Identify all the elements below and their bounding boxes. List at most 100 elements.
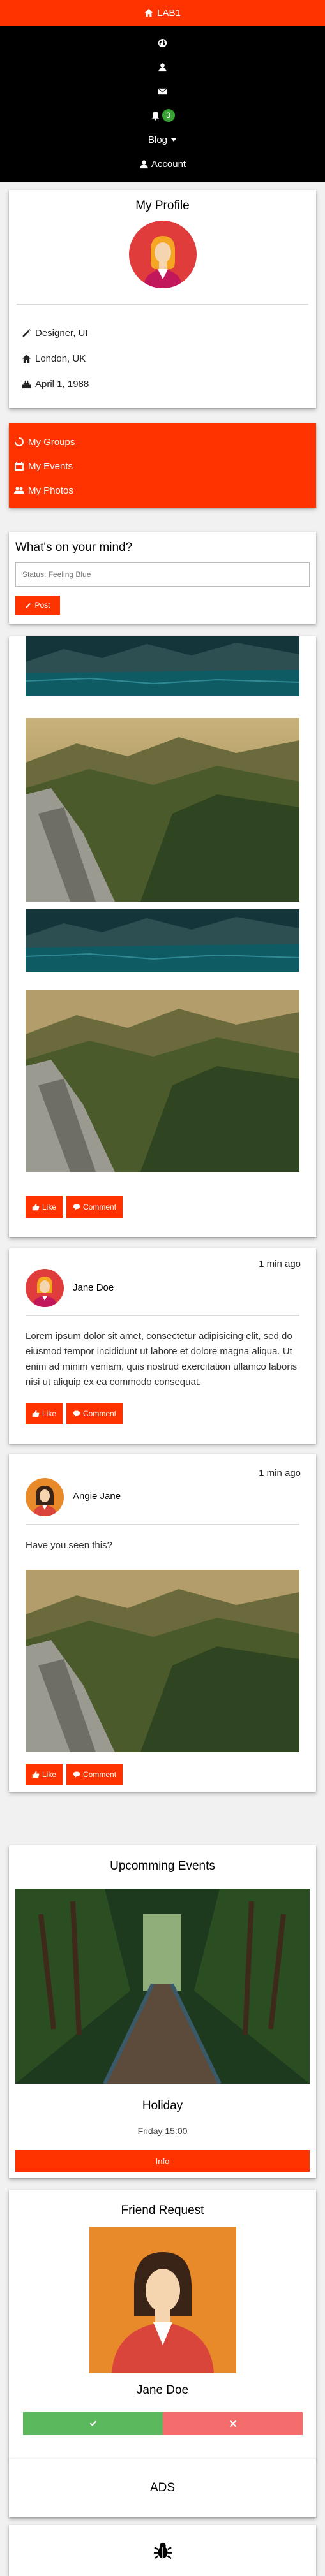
quick-links-card: My Groups My Events My Photos [9, 423, 316, 508]
post-body: Lorem ipsum dolor sit amet, consectetur … [26, 1331, 298, 1387]
feed-actions: Like Comment [26, 1196, 123, 1218]
circle-notch-icon [15, 437, 24, 446]
post-author-name[interactable]: Jane Doe [73, 1282, 114, 1293]
envelope-icon [158, 87, 167, 94]
link-my-groups[interactable]: My Groups [9, 430, 316, 454]
profile-job-row: Designer, UI [9, 320, 316, 346]
event-photo-bridge[interactable] [15, 1889, 310, 2084]
bug-card [9, 2525, 316, 2576]
friend-request-card: Friend Request Jane Doe [9, 2190, 316, 2460]
ads-card: ADS [9, 2459, 316, 2517]
birthday-cake-icon [22, 380, 31, 388]
event-name: Holiday [142, 2099, 183, 2112]
home-icon [22, 354, 31, 363]
like-button[interactable]: Like [26, 1764, 63, 1785]
profile-avatar [128, 221, 197, 288]
post-author-avatar[interactable] [26, 1269, 64, 1307]
comment-label: Comment [83, 1770, 117, 1779]
feed-photo-mountain-2[interactable] [26, 990, 299, 1172]
comment-icon [73, 1410, 80, 1417]
post-divider [26, 1315, 299, 1316]
nav-item-notifications[interactable]: 3 [0, 103, 325, 128]
friend-avatar[interactable] [89, 2227, 236, 2373]
brand-label: LAB1 [157, 7, 181, 18]
post-timestamp: 1 min ago [259, 1468, 301, 1479]
profile-location: London, UK [35, 353, 86, 364]
feed-photo-lake-2[interactable] [26, 909, 299, 972]
post-divider [26, 1524, 299, 1525]
user-icon [158, 62, 167, 71]
thumbs-up-icon [32, 1771, 40, 1778]
check-icon [89, 2420, 96, 2426]
friend-request-title: Friend Request [121, 2204, 204, 2217]
link-my-events[interactable]: My Events [9, 454, 316, 478]
status-input[interactable] [15, 562, 310, 587]
comment-label: Comment [83, 1409, 117, 1418]
comment-button[interactable]: Comment [66, 1196, 123, 1218]
link-my-photos[interactable]: My Photos [9, 478, 316, 502]
profile-card: My Profile Designer, UI London, UK April… [9, 190, 316, 408]
post-button[interactable]: Post [15, 596, 60, 615]
home-icon [145, 8, 153, 17]
event-info-button[interactable]: Info [15, 2150, 310, 2172]
like-label: Like [42, 1203, 57, 1211]
comment-button[interactable]: Comment [66, 1764, 123, 1785]
friend-name: Jane Doe [136, 2383, 189, 2397]
event-date: Friday 15:00 [137, 2126, 188, 2136]
status-composer-card: What's on your mind? Post [9, 532, 316, 624]
comment-button[interactable]: Comment [66, 1403, 123, 1424]
profile-title: My Profile [135, 199, 190, 212]
post-photo-mountain[interactable] [26, 1570, 299, 1752]
like-button[interactable]: Like [26, 1196, 63, 1218]
top-brand-bar[interactable]: LAB1 [0, 0, 325, 26]
comment-icon [73, 1204, 80, 1211]
ads-label: ADS [149, 2481, 176, 2494]
upcoming-events-card: Upcomming Events Holiday Friday 15:00 In… [9, 1845, 316, 2178]
comment-icon [73, 1771, 80, 1778]
photo-feed-card: Like Comment [9, 636, 316, 1237]
feed-photo-lake-1[interactable] [26, 636, 299, 696]
post-button-label: Post [34, 601, 50, 610]
avatar-illustration [128, 221, 197, 288]
feed-photo-mountain-1[interactable] [26, 718, 299, 902]
like-label: Like [42, 1770, 57, 1779]
nav-menu: 3 Blog Account [0, 26, 325, 182]
bell-icon [151, 111, 159, 121]
events-title: Upcomming Events [110, 1859, 215, 1873]
user-icon [140, 159, 148, 168]
notification-badge: 3 [162, 109, 175, 122]
pencil-icon [22, 328, 31, 337]
like-button[interactable]: Like [26, 1403, 63, 1424]
nav-item-account[interactable]: Account [0, 152, 325, 176]
link-photos-label: My Photos [28, 485, 73, 496]
post-author-name[interactable]: Angie Jane [73, 1491, 121, 1502]
profile-birthday: April 1, 1988 [35, 378, 89, 390]
profile-birthday-row: April 1, 1988 [9, 371, 316, 397]
globe-icon [158, 38, 167, 47]
accept-request-button[interactable] [23, 2412, 163, 2435]
nav-account-label: Account [151, 158, 186, 170]
post-author-avatar[interactable] [26, 1478, 64, 1516]
comment-label: Comment [83, 1203, 117, 1211]
profile-location-row: London, UK [9, 346, 316, 371]
nav-item-profile[interactable] [0, 55, 325, 79]
link-groups-label: My Groups [28, 436, 75, 448]
nav-blog-label: Blog [147, 134, 168, 145]
link-events-label: My Events [28, 460, 73, 472]
users-icon [14, 487, 24, 494]
composer-prompt: What's on your mind? [15, 541, 133, 554]
thumbs-up-icon [32, 1203, 40, 1211]
like-label: Like [42, 1409, 57, 1418]
nav-item-globe[interactable] [0, 31, 325, 55]
bug-icon[interactable] [153, 2541, 172, 2560]
calendar-icon [15, 462, 24, 471]
post-body: Have you seen this? [26, 1540, 112, 1551]
thumbs-up-icon [32, 1410, 40, 1417]
caret-down-icon [170, 138, 178, 142]
decline-request-button[interactable] [163, 2412, 303, 2435]
nav-item-messages[interactable] [0, 79, 325, 103]
close-icon [229, 2420, 236, 2427]
post-timestamp: 1 min ago [259, 1259, 301, 1270]
nav-item-blog[interactable]: Blog [0, 128, 325, 152]
status-post-card: Angie Jane 1 min ago Have you seen this?… [9, 1454, 316, 1792]
